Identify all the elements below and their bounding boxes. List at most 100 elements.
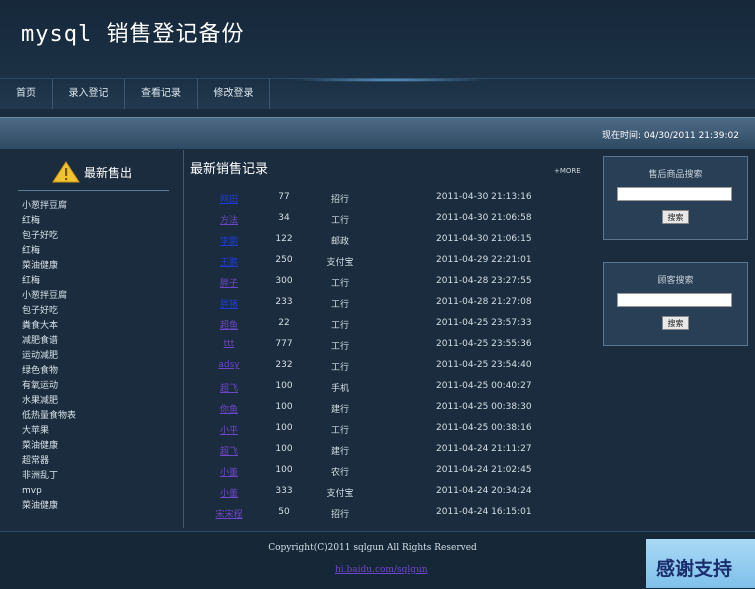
table-row: 小平 100 工行 2011-04-25 00:38:16 <box>190 417 590 438</box>
customer-search-button[interactable]: 搜索 <box>662 316 689 330</box>
more-link[interactable]: +MORE <box>554 167 581 175</box>
customer-search-title: 顾客搜索 <box>657 276 694 286</box>
payment-type-cell: 支付宝 <box>326 489 354 499</box>
latest-sold-title: 最新售出 <box>84 166 133 180</box>
payment-type-cell: 支付宝 <box>326 258 354 268</box>
date-cell: 2011-04-28 23:27:55 <box>436 276 532 286</box>
payment-type-cell: 工行 <box>330 426 349 436</box>
table-row: 小董 100 农行 2011-04-24 21:02:45 <box>190 459 590 480</box>
latest-sold-item: 包子好吃 <box>22 306 59 316</box>
quantity-cell: 100 <box>275 381 293 391</box>
thanks-banner[interactable]: 感谢支持 <box>646 539 755 588</box>
site-title: mysql 销售登记备份 <box>21 22 245 47</box>
payment-type-cell: 邮政 <box>330 237 349 247</box>
date-cell: 2011-04-25 23:57:33 <box>436 318 532 328</box>
latest-sold-item: 小葱拌豆腐 <box>22 291 68 301</box>
customer-search-input[interactable] <box>617 293 732 307</box>
warning-icon <box>52 161 80 183</box>
product-search-input[interactable] <box>617 187 732 201</box>
customer-name-link[interactable]: 网田 <box>204 192 254 205</box>
customer-name-link[interactable]: 超飞 <box>204 444 254 457</box>
date-cell: 2011-04-30 21:06:58 <box>436 213 532 223</box>
copyright-text: Copyright(C)2011 sqlgun All Rights Reser… <box>268 543 477 553</box>
current-time: 现在时间: 04/30/2011 21:39:02 <box>601 131 739 141</box>
nav-glow <box>290 78 490 82</box>
quantity-cell: 232 <box>275 360 293 370</box>
date-cell: 2011-04-30 21:06:15 <box>436 234 532 244</box>
payment-type-cell: 工行 <box>330 279 349 289</box>
customer-name-link[interactable]: 方法 <box>204 213 254 226</box>
payment-type-cell: 工行 <box>330 216 349 226</box>
payment-type-cell: 工行 <box>330 363 349 373</box>
customer-name-link[interactable]: 胖子 <box>204 276 254 289</box>
latest-sold-item: 包子好吃 <box>22 231 59 241</box>
customer-name-link[interactable]: 你鱼 <box>204 402 254 415</box>
customer-name-link[interactable]: 李鹏 <box>204 234 254 247</box>
customer-name-link[interactable]: 超鱼 <box>204 318 254 331</box>
table-row: 超飞 100 手机 2011-04-25 00:40:27 <box>190 375 590 396</box>
customer-name-link[interactable]: ttt <box>204 339 254 349</box>
table-row: 方法 34 工行 2011-04-30 21:06:58 <box>190 207 590 228</box>
customer-name-link[interactable]: 小董 <box>204 465 254 478</box>
date-cell: 2011-04-24 20:34:24 <box>436 486 532 496</box>
quantity-cell: 333 <box>275 486 293 496</box>
date-cell: 2011-04-24 21:02:45 <box>436 465 532 475</box>
payment-type-cell: 工行 <box>330 321 349 331</box>
payment-type-cell: 工行 <box>330 342 349 352</box>
latest-sold-item: 红梅 <box>22 276 41 286</box>
table-row: 小董 333 支付宝 2011-04-24 20:34:24 <box>190 480 590 501</box>
nav-edit-login[interactable]: 修改登录 <box>198 79 270 109</box>
table-row: 超鱼 22 工行 2011-04-25 23:57:33 <box>190 312 590 333</box>
table-row: 超飞 100 建行 2011-04-24 21:11:27 <box>190 438 590 459</box>
customer-name-link[interactable]: 小平 <box>204 423 254 436</box>
latest-sold-item: 菜油健康 <box>22 261 59 271</box>
nav-add-record[interactable]: 录入登记 <box>53 79 125 109</box>
table-row: 网田 77 招行 2011-04-30 21:13:16 <box>190 186 590 207</box>
table-row: 李鹏 122 邮政 2011-04-30 21:06:15 <box>190 228 590 249</box>
date-cell: 2011-04-30 21:13:16 <box>436 192 532 202</box>
quantity-cell: 233 <box>275 297 293 307</box>
divider <box>18 190 169 191</box>
date-cell: 2011-04-29 22:21:01 <box>436 255 532 265</box>
nav-view-records[interactable]: 查看记录 <box>125 79 198 109</box>
quantity-cell: 122 <box>275 234 293 244</box>
table-row: 胖子 300 工行 2011-04-28 23:27:55 <box>190 270 590 291</box>
customer-name-link[interactable]: 小董 <box>204 486 254 499</box>
date-cell: 2011-04-28 21:27:08 <box>436 297 532 307</box>
date-cell: 2011-04-24 21:11:27 <box>436 444 532 454</box>
customer-name-link[interactable]: 胖猪 <box>204 297 254 310</box>
customer-search-box: 顾客搜索 搜索 <box>603 262 748 346</box>
latest-sold-item: 红梅 <box>22 216 41 226</box>
latest-sold-item: 菜油健康 <box>22 501 59 511</box>
sales-records-panel: 最新销售记录 +MORE 网田 77 招行 2011-04-30 21:13:16 方法… <box>190 150 590 528</box>
latest-sold-item: mvp <box>22 486 42 496</box>
thanks-label: 感谢支持 <box>656 558 733 580</box>
latest-sold-item: 粪食大本 <box>22 321 59 331</box>
nav-home[interactable]: 首页 <box>0 79 53 109</box>
table-row: adsy 232 工行 2011-04-25 23:54:40 <box>190 354 590 375</box>
customer-name-link[interactable]: 超飞 <box>204 381 254 394</box>
payment-type-cell: 农行 <box>330 468 349 478</box>
quantity-cell: 50 <box>278 507 290 517</box>
quantity-cell: 300 <box>275 276 293 286</box>
latest-sold-item: 减肥食谱 <box>22 336 59 346</box>
payment-type-cell: 招行 <box>330 510 349 520</box>
quantity-cell: 100 <box>275 444 293 454</box>
latest-sold-item: 运动减肥 <box>22 351 59 361</box>
customer-name-link[interactable]: adsy <box>204 360 254 370</box>
date-cell: 2011-04-25 00:40:27 <box>436 381 532 391</box>
table-row: 宋宋程 50 招行 2011-04-24 16:15:01 <box>190 501 590 522</box>
table-row: ttt 777 工行 2011-04-25 23:55:36 <box>190 333 590 354</box>
payment-type-cell: 建行 <box>330 447 349 457</box>
payment-type-cell: 建行 <box>330 405 349 415</box>
customer-name-link[interactable]: 宋宋程 <box>204 507 254 520</box>
sales-records-title: 最新销售记录 <box>190 162 269 177</box>
latest-sold-item: 非洲乱丁 <box>22 471 59 481</box>
latest-sold-item: 小葱拌豆腐 <box>22 201 68 211</box>
date-cell: 2011-04-24 16:15:01 <box>436 507 532 517</box>
customer-name-link[interactable]: 王鹏 <box>204 255 254 268</box>
page-header: mysql 销售登记备份 <box>0 0 755 78</box>
footer-link[interactable]: hi.baidu.com/sqlgun <box>335 565 428 575</box>
product-search-button[interactable]: 搜索 <box>662 210 689 224</box>
table-row: 王鹏 250 支付宝 2011-04-29 22:21:01 <box>190 249 590 270</box>
